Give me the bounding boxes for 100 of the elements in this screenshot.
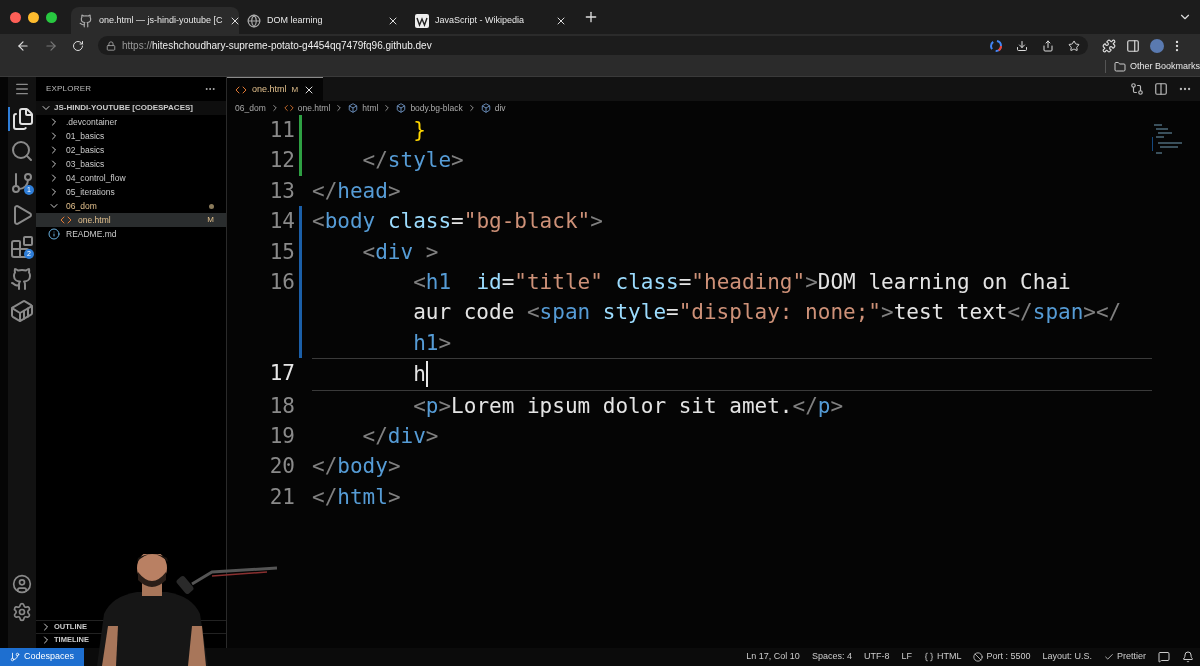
remote-icon — [10, 652, 20, 662]
code-line: } — [412, 117, 427, 144]
element-icon — [348, 103, 359, 113]
wikipedia-logo-icon — [415, 13, 429, 28]
folder-item[interactable]: 06_dom — [36, 199, 226, 213]
feedback-icon[interactable] — [1158, 651, 1170, 663]
forward-icon[interactable] — [44, 38, 58, 53]
line-number: 12 — [269, 147, 295, 175]
file-item[interactable]: one.html M — [36, 213, 226, 227]
folder-item[interactable]: 03_basics — [36, 157, 226, 171]
line-number: 21 — [269, 483, 295, 511]
new-tab-icon[interactable] — [583, 9, 599, 25]
item-name: one.html — [78, 213, 111, 227]
browser-tab[interactable]: DOM learning — [239, 7, 407, 34]
split-editor-icon[interactable] — [1154, 82, 1168, 96]
side-panel-icon[interactable] — [1126, 38, 1140, 53]
globe-icon — [247, 13, 261, 28]
info-icon — [48, 228, 60, 240]
extensions-icon — [10, 235, 34, 259]
line-number: 19 — [269, 423, 295, 451]
status-item[interactable]: Prettier — [1098, 650, 1152, 664]
lock-icon — [106, 40, 116, 51]
line-number: 18 — [269, 392, 295, 420]
element-icon — [480, 103, 491, 113]
reload-icon[interactable] — [72, 39, 84, 52]
code-line: <div > — [361, 238, 440, 266]
browser-tab[interactable]: one.html — js-hindi-youtube [C — [71, 7, 239, 34]
breadcrumb-item[interactable]: body.bg-black — [410, 101, 463, 115]
folder-item[interactable]: 04_control_flow — [36, 171, 226, 185]
files-icon — [11, 107, 35, 131]
code-line: <p>Lorem ipsum dolor sit amet.</p> — [412, 392, 845, 420]
code-line: <h1 id="title" class="heading">DOM learning on Chai — [412, 269, 1072, 297]
folder-item[interactable]: .devcontainer — [36, 115, 226, 129]
code-line: </div> — [361, 423, 440, 451]
item-name: 06_dom — [66, 199, 97, 213]
bookmark-star-icon[interactable] — [1068, 39, 1080, 52]
code-line: h — [412, 360, 429, 390]
code-line: aur code <span style="display: none;">test text</span></ — [412, 299, 1123, 327]
line-number: 14 — [269, 208, 295, 236]
code-line: <body class="bg-black"> — [312, 208, 604, 236]
back-icon[interactable] — [16, 38, 30, 53]
folder-item[interactable]: 02_basics — [36, 143, 226, 157]
status-item[interactable]: Ln 17, Col 10 — [740, 650, 806, 664]
extensions-icon[interactable] — [1102, 38, 1116, 53]
notifications-icon[interactable] — [1182, 651, 1194, 663]
check-icon — [1104, 652, 1114, 662]
url-text: https://hiteshchoudhary-supreme-potato-g4454qq7479fq96.github.dev — [122, 39, 432, 53]
status-item[interactable]: Port : 5500 — [967, 650, 1037, 664]
workspace-header[interactable]: JS-HINDI-YOUTUBE [CODESPACES] — [36, 101, 226, 115]
avatar[interactable] — [1150, 38, 1164, 53]
modified-marker: M — [291, 83, 299, 96]
item-name: 01_basics — [66, 129, 105, 143]
breadcrumb-item[interactable]: 06_dom — [235, 101, 266, 115]
code-line: </html> — [312, 483, 402, 511]
line-number: 20 — [269, 453, 295, 481]
line-number: 11 — [269, 117, 295, 144]
item-name: README.md — [66, 227, 117, 241]
item-name: 03_basics — [66, 157, 105, 171]
folder-item[interactable]: 01_basics — [36, 129, 226, 143]
breadcrumb-item[interactable]: div — [494, 101, 506, 115]
source-control-icon — [10, 171, 34, 195]
status-item[interactable]: LF — [895, 650, 918, 664]
tab-title: DOM learning — [267, 13, 324, 27]
item-name: 05_iterations — [66, 185, 115, 199]
tab-title: JavaScript - Wikipedia — [435, 13, 526, 27]
tab-title: one.html — js-hindi-youtube [C — [99, 13, 223, 27]
line-number: 13 — [269, 177, 295, 205]
circle-slash-icon — [973, 652, 984, 662]
breadcrumb-item[interactable]: one.html — [297, 101, 331, 115]
account-icon[interactable] — [12, 574, 32, 594]
settings-icon[interactable] — [12, 602, 32, 622]
status-item[interactable]: Layout: U.S. — [1036, 650, 1098, 664]
modified-marker: M — [207, 214, 214, 226]
folder-item[interactable]: 05_iterations — [36, 185, 226, 199]
compare-changes-icon[interactable] — [1130, 82, 1144, 96]
status-item[interactable]: UTF-8 — [857, 650, 896, 664]
github-icon — [10, 267, 34, 291]
tab-label: one.html — [252, 82, 287, 96]
bookmark-folder[interactable]: Other Bookmarks — [1104, 59, 1200, 74]
code-line: h1> — [412, 329, 453, 357]
file-item[interactable]: README.md — [36, 227, 226, 241]
editor-tab[interactable]: one.html M — [227, 77, 324, 101]
share-icon[interactable] — [1042, 39, 1054, 52]
breadcrumb-item[interactable]: html — [362, 101, 379, 115]
install-icon[interactable] — [1016, 39, 1028, 52]
folder-icon — [1113, 60, 1126, 73]
code-icon — [60, 214, 72, 226]
status-item[interactable]: HTML — [917, 650, 968, 664]
status-item[interactable]: Spaces: 4 — [805, 650, 858, 664]
remote-indicator[interactable]: Codespaces — [0, 648, 85, 666]
github-icon — [79, 13, 93, 28]
browser-tab[interactable]: JavaScript - Wikipedia — [407, 7, 575, 34]
braces-icon — [923, 652, 934, 662]
line-number: 16 — [269, 269, 295, 297]
line-number: 15 — [269, 238, 295, 266]
menu-icon[interactable] — [14, 81, 30, 97]
item-name: .devcontainer — [66, 115, 118, 129]
search-icon — [10, 139, 34, 163]
item-name: 04_control_flow — [66, 171, 126, 185]
address-bar[interactable]: https://hiteshchoudhary-supreme-potato-g4454qq7479fq96.github.dev — [98, 36, 1088, 55]
